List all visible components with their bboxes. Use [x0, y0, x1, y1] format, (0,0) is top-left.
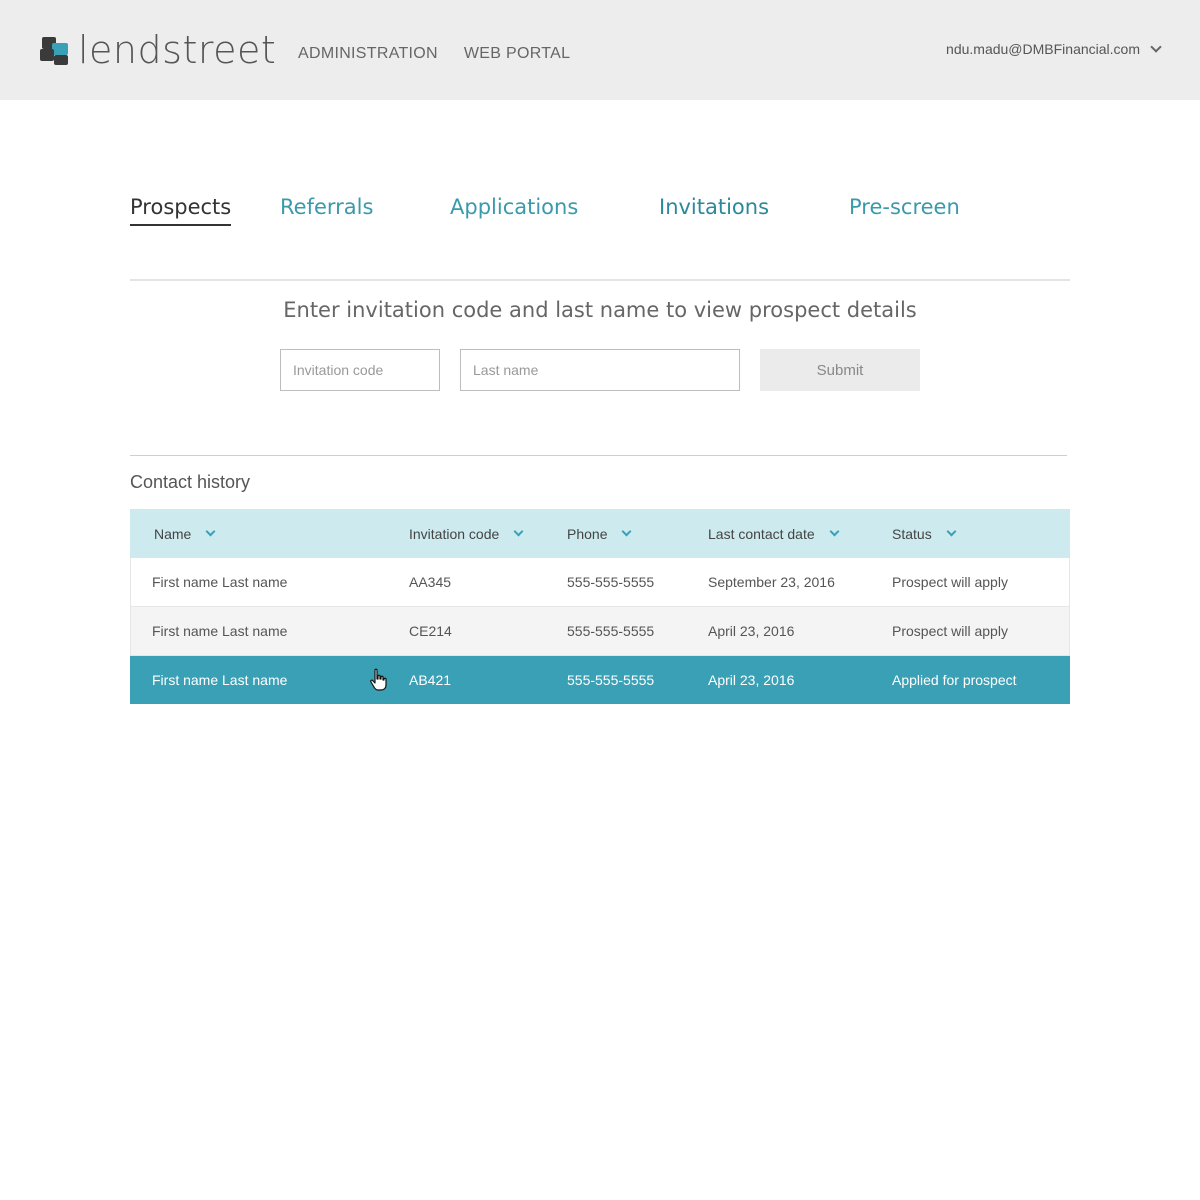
- cell-status: Prospect will apply: [892, 574, 1008, 590]
- cell-phone: 555-555-5555: [567, 671, 655, 688]
- tab-pre-screen[interactable]: Pre-screen: [849, 195, 960, 224]
- cell-status: Prospect will apply: [892, 623, 1008, 639]
- table-row[interactable]: First name Last name AA345 555-555-5555 …: [130, 558, 1070, 607]
- cell-name: First name Last name: [152, 671, 288, 688]
- tabs-divider: [130, 279, 1070, 281]
- tab-referrals[interactable]: Referrals: [280, 195, 373, 224]
- chevron-down-icon: [946, 526, 957, 537]
- column-label: Name: [154, 525, 192, 542]
- brand-logo[interactable]: lendstreet: [38, 30, 276, 70]
- contact-history-table: Name Invitation code Phone Last contact …: [130, 509, 1070, 704]
- tab-applications[interactable]: Applications: [450, 195, 578, 224]
- cell-name: First name Last name: [152, 574, 288, 590]
- cell-phone: 555-555-5555: [567, 623, 655, 639]
- top-header: lendstreet ADMINISTRATION WEB PORTAL ndu…: [0, 0, 1200, 100]
- user-menu[interactable]: ndu.madu@DMBFinancial.com: [946, 40, 1162, 57]
- table-header: Name Invitation code Phone Last contact …: [130, 509, 1070, 558]
- section-divider: [130, 455, 1067, 456]
- cell-last-contact-date: September 23, 2016: [708, 574, 835, 590]
- column-header-status[interactable]: Status: [892, 509, 957, 558]
- cell-phone: 555-555-5555: [567, 574, 655, 590]
- cell-status: Applied for prospect: [892, 671, 1017, 688]
- table-row-selected[interactable]: First name Last name AB421 555-555-5555 …: [130, 656, 1070, 704]
- user-email: ndu.madu@DMBFinancial.com: [946, 41, 1140, 57]
- contact-history-title: Contact history: [130, 472, 251, 492]
- cell-last-contact-date: April 23, 2016: [708, 671, 795, 688]
- cell-invitation-code: AA345: [409, 574, 452, 590]
- chevron-down-icon: [622, 526, 632, 537]
- table-row[interactable]: First name Last name CE214 555-555-5555 …: [130, 607, 1070, 656]
- section-tabs: Prospects Referrals Applications Invitat…: [130, 195, 1070, 235]
- lendstreet-logo-icon: [38, 33, 72, 67]
- column-label: Status: [892, 525, 932, 542]
- cell-invitation-code: CE214: [409, 623, 452, 639]
- invitation-code-input[interactable]: [280, 349, 440, 391]
- cell-last-contact-date: April 23, 2016: [708, 623, 795, 639]
- submit-button[interactable]: Submit: [760, 349, 920, 391]
- column-header-phone[interactable]: Phone: [567, 509, 632, 558]
- column-header-invitation-code[interactable]: Invitation code: [409, 509, 524, 558]
- brand-name: lendstreet: [78, 28, 277, 72]
- nav-web-portal[interactable]: WEB PORTAL: [464, 45, 570, 63]
- chevron-down-icon: [1150, 40, 1162, 53]
- tab-prospects[interactable]: Prospects: [130, 195, 232, 226]
- chevron-down-icon: [513, 526, 524, 537]
- cell-invitation-code: AB421: [409, 671, 452, 688]
- column-label: Invitation code: [409, 525, 500, 542]
- cell-name: First name Last name: [152, 623, 288, 639]
- top-nav: ADMINISTRATION WEB PORTAL: [298, 45, 570, 63]
- column-header-last-contact-date[interactable]: Last contact date: [708, 509, 840, 558]
- column-label: Phone: [567, 525, 608, 542]
- column-label: Last contact date: [708, 525, 815, 542]
- last-name-input[interactable]: [460, 349, 740, 391]
- chevron-down-icon: [829, 526, 840, 537]
- chevron-down-icon: [205, 526, 216, 537]
- column-header-name[interactable]: Name: [154, 509, 216, 558]
- nav-administration[interactable]: ADMINISTRATION: [298, 45, 438, 63]
- lookup-heading: Enter invitation code and last name to v…: [283, 298, 917, 322]
- tab-invitations[interactable]: Invitations: [659, 195, 769, 224]
